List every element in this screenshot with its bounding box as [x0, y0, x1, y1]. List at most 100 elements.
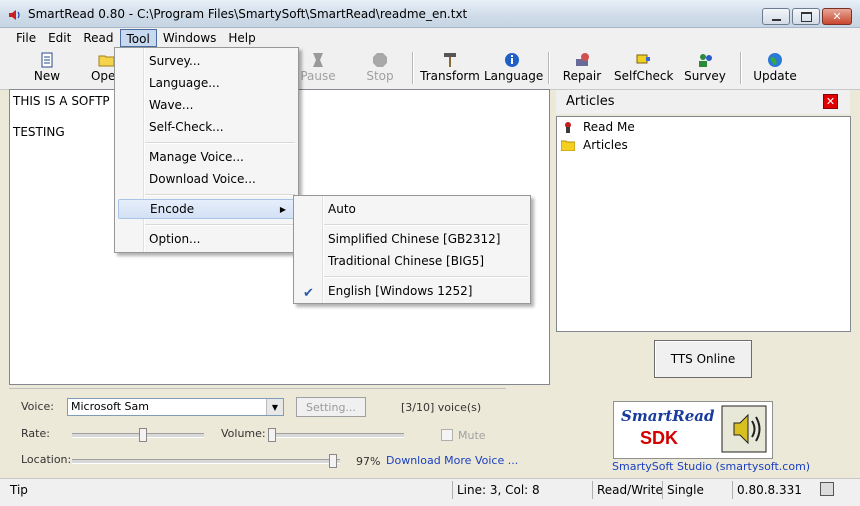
- voice-label: Voice:: [21, 400, 54, 413]
- rate-slider-track: [72, 433, 204, 438]
- menu-item-wave[interactable]: Wave...: [115, 95, 298, 115]
- update-label: Update: [753, 69, 797, 83]
- mute-label: Mute: [458, 429, 486, 442]
- menu-help[interactable]: Help: [222, 29, 261, 47]
- volume-slider[interactable]: [268, 428, 276, 442]
- minimize-button[interactable]: [762, 8, 790, 25]
- repair-button[interactable]: Repair: [562, 50, 602, 88]
- transform-button[interactable]: Transform: [420, 50, 480, 88]
- new-button[interactable]: New: [28, 50, 66, 88]
- info-icon: [505, 53, 519, 67]
- stop-icon: [373, 53, 387, 67]
- maximize-icon: [800, 11, 812, 22]
- repair-label: Repair: [562, 69, 602, 83]
- sdk-credit-link[interactable]: SmartySoft Studio (smartysoft.com): [612, 460, 810, 473]
- close-button[interactable]: ✕: [822, 8, 852, 25]
- encode-item-windows-1252[interactable]: English [Windows 1252]: [294, 281, 530, 301]
- articles-tree[interactable]: Read Me Articles: [556, 116, 851, 332]
- maximize-button[interactable]: [792, 8, 820, 25]
- speaker-icon: [720, 404, 768, 454]
- menu-item-encode[interactable]: Encode ▶: [118, 199, 295, 219]
- document-icon: [41, 52, 53, 68]
- globe-icon: [768, 53, 782, 67]
- new-label: New: [33, 69, 61, 83]
- tree-item-label: Articles: [583, 138, 628, 152]
- voice-select[interactable]: Microsoft Sam: [67, 398, 284, 416]
- articles-title: Articles: [566, 94, 615, 109]
- menu-separator: [324, 276, 528, 278]
- setting-button[interactable]: Setting...: [296, 397, 366, 417]
- menu-edit[interactable]: Edit: [42, 29, 77, 47]
- menu-item-option[interactable]: Option...: [115, 229, 298, 249]
- location-slider[interactable]: [329, 454, 337, 468]
- volume-slider-track: [268, 433, 404, 438]
- repair-icon: [576, 53, 589, 66]
- status-position: Line: 3, Col: 8: [452, 481, 590, 499]
- survey-label: Survey: [684, 69, 726, 83]
- monitor-icon: [820, 482, 834, 496]
- tree-item-articles[interactable]: Articles: [561, 136, 628, 154]
- encode-item-gb2312[interactable]: Simplified Chinese [GB2312]: [294, 229, 530, 249]
- stop-button[interactable]: Stop: [362, 50, 398, 88]
- status-version: 0.80.8.331: [732, 481, 814, 499]
- menu-read[interactable]: Read: [77, 29, 119, 47]
- status-bar: [0, 478, 860, 506]
- hammer-icon: [444, 53, 456, 67]
- window-title: SmartRead 0.80 - C:\Program Files\Smarty…: [28, 7, 468, 21]
- menu-tool[interactable]: Tool: [119, 29, 157, 47]
- menu-windows[interactable]: Windows: [157, 29, 223, 47]
- folder-icon: [561, 140, 575, 151]
- chevron-down-icon[interactable]: ▼: [266, 399, 283, 415]
- pause-icon: [313, 53, 323, 67]
- toolbar-separator: [740, 52, 742, 84]
- selfcheck-icon: [636, 54, 650, 64]
- close-icon: ✕: [832, 10, 842, 23]
- voice-count: [3/10] voice(s): [401, 401, 482, 414]
- selfcheck-label: SelfCheck: [614, 69, 674, 83]
- toolbar-separator: [548, 52, 550, 84]
- rate-label: Rate:: [21, 427, 50, 440]
- download-more-voice-link[interactable]: Download More Voice ...: [386, 454, 518, 467]
- menu-item-language[interactable]: Language...: [115, 73, 298, 93]
- tts-online-button[interactable]: TTS Online: [654, 340, 752, 378]
- pause-label: Pause: [300, 69, 336, 83]
- menu-separator: [145, 142, 295, 144]
- encode-item-auto[interactable]: Auto: [294, 199, 530, 219]
- menu-item-self-check[interactable]: Self-Check...: [115, 117, 298, 137]
- minimize-icon: [771, 18, 781, 21]
- menu-separator: [145, 194, 295, 196]
- tree-item-readme[interactable]: Read Me: [561, 118, 635, 136]
- submenu-arrow-icon: ▶: [279, 204, 286, 214]
- stop-label: Stop: [366, 69, 394, 83]
- transform-label: Transform: [420, 69, 480, 83]
- pause-button[interactable]: Pause: [298, 50, 338, 88]
- menu-item-encode-label: Encode: [150, 202, 195, 216]
- menu-separator: [324, 224, 528, 226]
- toolbar-separator: [412, 52, 414, 84]
- survey-icon: [699, 54, 712, 67]
- status-mode: Read/Write: [592, 481, 663, 499]
- mute-checkbox[interactable]: [441, 429, 453, 441]
- language-button[interactable]: Language: [484, 50, 543, 88]
- editor-line-2: TESTING: [13, 125, 65, 139]
- status-select-mode: Single: [662, 481, 730, 499]
- selfcheck-button[interactable]: SelfCheck: [614, 50, 674, 88]
- menu-bar: File Edit Read Tool Windows Help: [0, 28, 860, 48]
- location-label: Location:: [21, 453, 72, 466]
- menu-separator: [145, 224, 295, 226]
- volume-label: Volume:: [221, 427, 266, 440]
- menu-file[interactable]: File: [10, 29, 42, 47]
- close-icon: ✕: [825, 95, 836, 108]
- location-slider-track: [72, 459, 340, 464]
- menu-item-manage-voice[interactable]: Manage Voice...: [115, 147, 298, 167]
- sdk-text: SDK: [640, 428, 679, 448]
- menu-item-survey[interactable]: Survey...: [115, 51, 298, 71]
- encode-item-big5[interactable]: Traditional Chinese [BIG5]: [294, 251, 530, 271]
- rate-slider[interactable]: [139, 428, 147, 442]
- articles-close-button[interactable]: ✕: [823, 94, 838, 109]
- editor-line-1: THIS IS A SOFTP: [13, 94, 110, 108]
- menu-item-download-voice[interactable]: Download Voice...: [115, 169, 298, 189]
- update-button[interactable]: Update: [752, 50, 798, 88]
- tree-item-label: Read Me: [583, 120, 635, 134]
- survey-button[interactable]: Survey: [684, 50, 726, 88]
